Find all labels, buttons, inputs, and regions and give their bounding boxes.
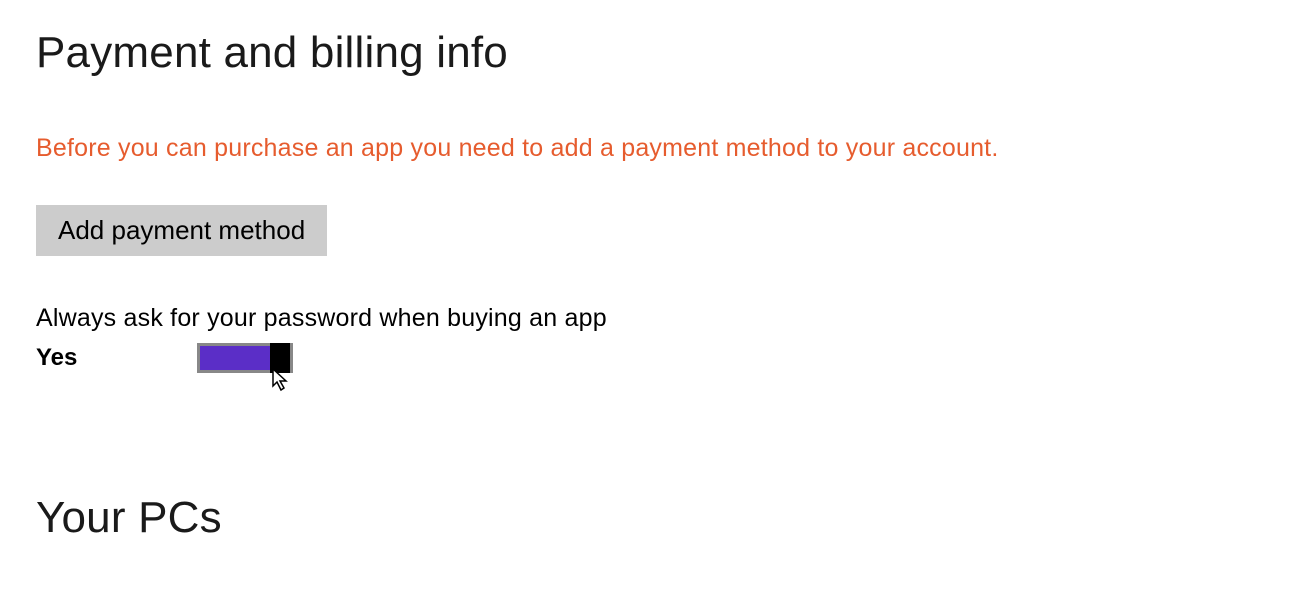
toggle-thumb [270,343,290,373]
password-prompt-label: Always ask for your password when buying… [36,304,1253,333]
add-payment-method-button[interactable]: Add payment method [36,205,327,256]
payment-warning-text: Before you can purchase an app you need … [36,134,1253,163]
your-pcs-section-title: Your PCs [36,493,1253,543]
toggle-fill [200,346,270,370]
password-prompt-toggle-row: Yes [36,343,1253,373]
password-prompt-toggle[interactable] [197,343,293,373]
password-prompt-toggle-value: Yes [36,344,77,372]
page-title: Payment and billing info [36,28,1253,78]
